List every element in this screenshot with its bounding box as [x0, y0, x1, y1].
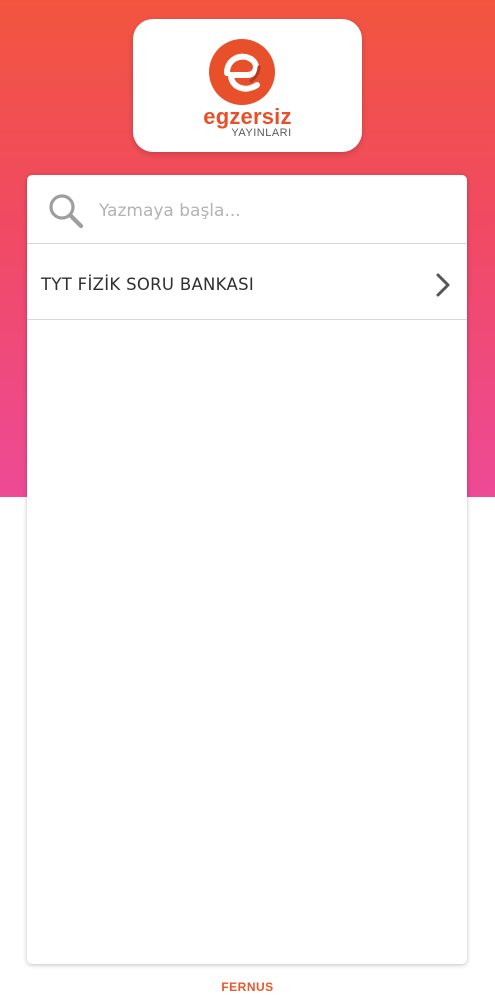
footer-brand-logo: FERNUS	[221, 980, 274, 994]
list-item-tyt-fizik-soru-bankasi[interactable]: TYT FİZİK SORU BANKASI	[27, 250, 467, 320]
search-bar	[27, 175, 467, 244]
chevron-right-icon	[436, 273, 450, 297]
logo-card: egzersiz YAYINLARI	[133, 19, 362, 152]
content-panel: TYT FİZİK SORU BANKASI	[27, 175, 467, 964]
egzersiz-logo-mark-icon	[209, 39, 275, 105]
logo-brand-text: egzersiz	[203, 104, 292, 129]
search-icon	[49, 194, 84, 229]
list-item-label: TYT FİZİK SORU BANKASI	[41, 275, 255, 294]
logo-subtitle-text: YAYINLARI	[231, 127, 292, 139]
search-input[interactable]	[99, 193, 439, 229]
